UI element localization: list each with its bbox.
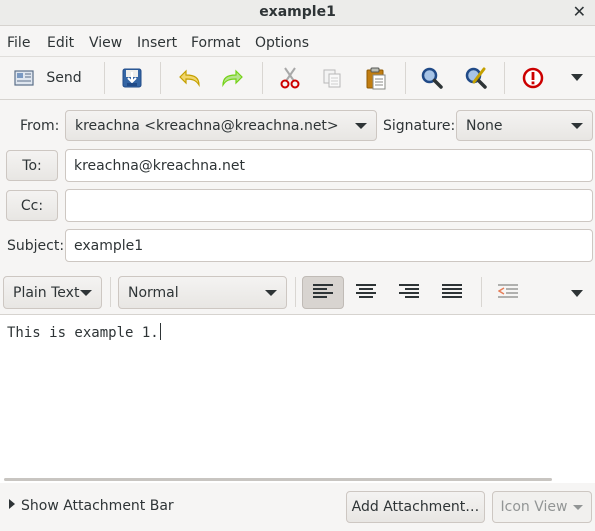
signature-label: Signature: [383, 118, 456, 134]
message-body[interactable]: This is example 1. [7, 323, 161, 341]
cut-icon [279, 66, 301, 90]
format-separator [295, 277, 296, 307]
decrease-indent-button[interactable] [488, 276, 530, 309]
to-button-label: To: [22, 157, 42, 174]
align-right-button[interactable] [388, 276, 430, 309]
subject-field[interactable]: example1 [65, 229, 593, 262]
text-caret [159, 323, 161, 340]
close-icon[interactable]: ✕ [573, 2, 586, 21]
signature-value: None [466, 117, 503, 134]
decrease-indent-icon [497, 283, 520, 303]
cc-button[interactable]: Cc: [6, 190, 58, 221]
text-mode-combo[interactable]: Plain Text [3, 276, 102, 309]
menu-file[interactable]: File [7, 35, 30, 51]
send-button[interactable]: Send [8, 63, 86, 93]
subject-value: example1 [74, 237, 144, 254]
chevron-down-icon [573, 504, 584, 510]
save-draft-button[interactable] [118, 63, 146, 93]
from-label: From: [20, 118, 60, 134]
align-justify-button[interactable] [431, 276, 473, 309]
message-body-text: This is example 1. [7, 325, 159, 341]
window-title: example1 [259, 4, 336, 20]
chevron-down-icon [265, 290, 277, 296]
header-fields: From: kreachna <kreachna@kreachna.net> S… [0, 100, 595, 267]
expander-arrow-icon [9, 499, 15, 509]
title-bar: example1 ✕ [0, 0, 595, 26]
copy-button[interactable] [318, 63, 346, 93]
priority-button[interactable] [519, 63, 547, 93]
attachment-bar: Show Attachment Bar Add Attachment… Icon… [0, 483, 595, 531]
signature-combo[interactable]: None [456, 110, 593, 141]
save-draft-icon [121, 67, 143, 89]
align-justify-icon [442, 283, 462, 303]
cc-field[interactable] [65, 189, 593, 222]
menu-options[interactable]: Options [255, 35, 309, 51]
priority-icon [522, 67, 544, 89]
toolbar-separator [160, 62, 161, 94]
toolbar-separator [104, 62, 105, 94]
undo-icon [177, 67, 203, 89]
align-right-icon [399, 283, 419, 303]
menu-format[interactable]: Format [191, 35, 240, 51]
menu-view[interactable]: View [89, 35, 122, 51]
send-label: Send [46, 70, 82, 86]
show-attachment-bar-expander[interactable]: Show Attachment Bar [9, 498, 174, 514]
spell-check-button[interactable] [462, 63, 490, 93]
redo-icon [219, 67, 245, 89]
align-left-button[interactable] [302, 276, 344, 309]
toolbar-separator [504, 62, 505, 94]
paragraph-style-combo[interactable]: Normal [118, 276, 287, 309]
toolbar-separator [405, 62, 406, 94]
text-mode-value: Plain Text [13, 284, 80, 301]
find-icon [420, 66, 444, 90]
paste-button[interactable] [362, 63, 390, 93]
to-field[interactable]: kreachna@kreachna.net [65, 149, 593, 182]
menu-bar: File Edit View Insert Format Options [0, 26, 595, 57]
spell-check-icon [464, 66, 488, 90]
cut-button[interactable] [276, 63, 304, 93]
menu-edit[interactable]: Edit [47, 35, 74, 51]
add-attachment-button[interactable]: Add Attachment… [346, 491, 485, 523]
align-center-button[interactable] [345, 276, 387, 309]
undo-button[interactable] [175, 63, 205, 93]
chevron-down-icon [571, 123, 583, 129]
expander-label: Show Attachment Bar [21, 498, 174, 514]
format-separator [481, 277, 482, 307]
view-mode-combo: Icon View [492, 491, 592, 523]
chevron-down-icon [80, 290, 92, 296]
overflow-arrow-icon [571, 74, 583, 82]
format-overflow-button[interactable] [566, 279, 588, 309]
message-editor[interactable]: This is example 1. [0, 315, 595, 483]
paste-icon [365, 66, 387, 90]
horizontal-scrollbar[interactable] [4, 478, 552, 481]
from-value: kreachna <kreachna@kreachna.net> [75, 117, 339, 134]
overflow-arrow-icon [571, 290, 583, 298]
align-center-icon [356, 283, 376, 303]
cc-button-label: Cc: [20, 197, 44, 214]
toolbar-overflow-button[interactable] [566, 63, 588, 93]
redo-button[interactable] [217, 63, 247, 93]
view-mode-value: Icon View [500, 499, 568, 515]
menu-insert[interactable]: Insert [137, 35, 177, 51]
toolbar-separator [262, 62, 263, 94]
to-button[interactable]: To: [6, 150, 58, 181]
subject-label: Subject: [7, 238, 65, 254]
send-icon [14, 69, 34, 87]
add-attachment-label: Add Attachment… [351, 499, 480, 515]
chevron-down-icon [355, 123, 367, 129]
align-left-icon [313, 283, 333, 303]
find-button[interactable] [418, 63, 446, 93]
paragraph-style-value: Normal [128, 284, 179, 301]
from-combo[interactable]: kreachna <kreachna@kreachna.net> [65, 110, 377, 141]
toolbar: Send [0, 57, 595, 100]
format-toolbar: Plain Text Normal [0, 267, 595, 315]
to-value: kreachna@kreachna.net [74, 157, 245, 174]
copy-icon [321, 67, 343, 89]
format-separator [110, 277, 111, 307]
